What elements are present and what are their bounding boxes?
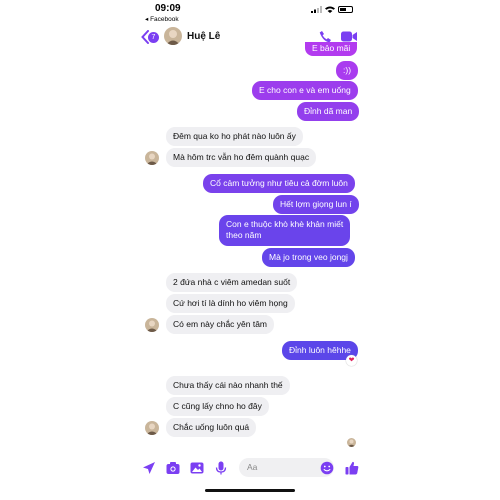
unread-badge: 7 xyxy=(148,32,159,43)
message-line: theo năm xyxy=(226,230,262,240)
signal-icon xyxy=(311,6,322,13)
message-outgoing[interactable]: Cổ cảm tưởng như tiêu cả đờm luôn xyxy=(203,174,355,193)
message-incoming[interactable]: Đêm qua ko ho phát nào luôn ấy xyxy=(166,127,303,146)
wifi-icon xyxy=(325,6,335,13)
message-incoming[interactable]: Chưa thấy cái nào nhanh thế xyxy=(166,376,290,395)
contact-avatar-small xyxy=(145,151,159,165)
contact-avatar-small xyxy=(145,318,159,332)
status-icons xyxy=(311,6,353,13)
seen-avatar xyxy=(347,438,356,447)
contact-avatar-small xyxy=(145,421,159,435)
contact-name[interactable]: Huệ Lê xyxy=(187,31,220,42)
microphone-icon[interactable] xyxy=(214,461,228,475)
message-outgoing[interactable]: Con e thuộc khò khè khản miết theo năm xyxy=(219,215,351,246)
message-outgoing[interactable]: E cho con e và em uống xyxy=(252,81,358,100)
message-input-placeholder: Aa xyxy=(247,462,258,472)
back-to-app-link[interactable]: ◂ Facebook xyxy=(145,15,179,23)
message-outgoing[interactable]: Đỉnh dã man xyxy=(297,102,360,121)
message-outgoing[interactable]: E bảo mãi xyxy=(305,42,358,56)
photo-icon[interactable] xyxy=(190,461,204,475)
message-incoming[interactable]: Mà hôm trc vẫn ho đêm quành quạc xyxy=(166,148,317,167)
emoji-icon[interactable] xyxy=(320,461,334,475)
message-incoming[interactable]: Cứ hơi tí là dính ho viêm họng xyxy=(166,294,295,313)
message-incoming[interactable]: 2 đứa nhà c viêm amedan suốt xyxy=(166,273,298,292)
message-incoming[interactable]: C cũng lấy chno ho đây xyxy=(166,397,269,416)
battery-icon xyxy=(338,6,353,13)
camera-icon[interactable] xyxy=(166,461,180,475)
home-indicator xyxy=(205,489,295,492)
contact-avatar[interactable] xyxy=(164,27,182,45)
thumbs-up-icon[interactable] xyxy=(345,461,359,475)
status-time: 09:09 xyxy=(155,3,181,14)
message-incoming[interactable]: Chắc uống luôn quá xyxy=(166,418,257,437)
video-call-icon[interactable] xyxy=(341,31,357,42)
message-incoming[interactable]: Có em này chắc yên tâm xyxy=(166,315,275,334)
chat-screen: 09:09 ◂ Facebook 7 Huệ Lê E bảo mãi:)) … xyxy=(135,0,365,500)
composer-bar: Aa xyxy=(135,458,365,478)
message-outgoing[interactable]: Mà jo trong veo jongj xyxy=(262,248,355,267)
message-outgoing[interactable]: Hết lợm giọng lun í xyxy=(273,195,359,214)
location-arrow-icon[interactable] xyxy=(142,461,156,475)
message-outgoing[interactable]: :)) xyxy=(336,61,359,80)
heart-reaction-icon[interactable]: ❤ xyxy=(346,355,357,366)
message-line: Con e thuộc khò khè khản miết xyxy=(226,219,344,229)
